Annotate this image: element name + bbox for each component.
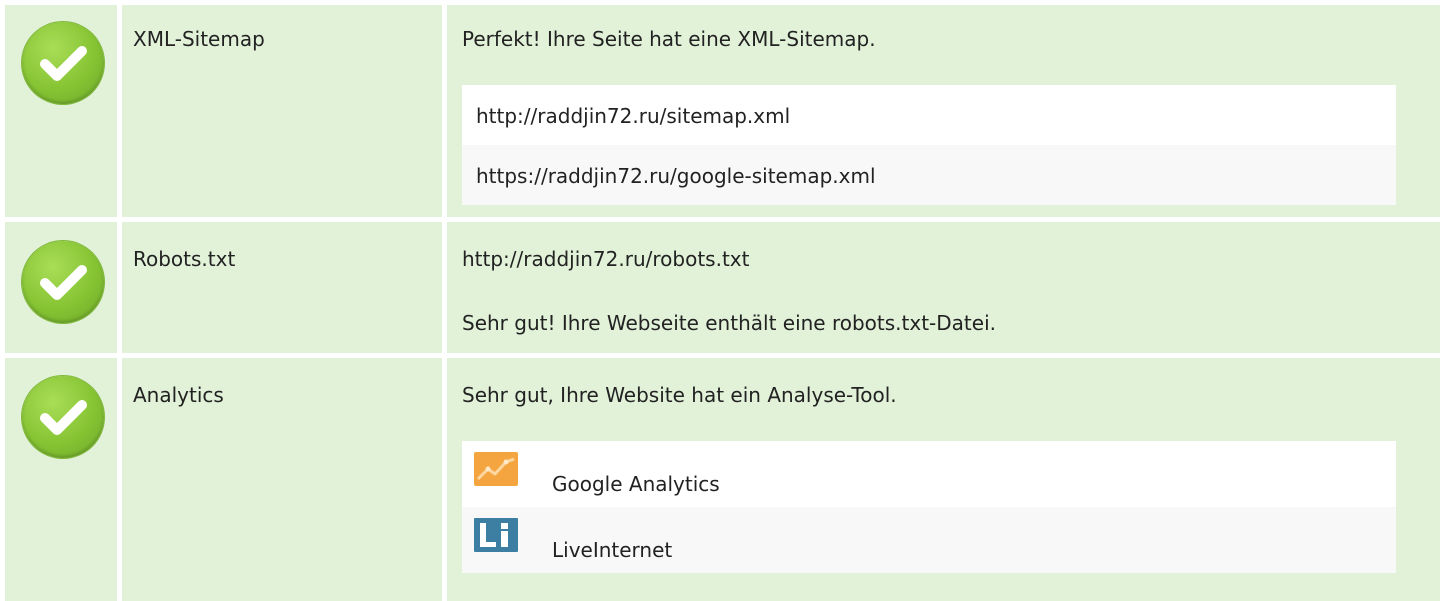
analytics-tools-list: Google Analytics LiveInternet bbox=[462, 441, 1396, 573]
row-label-analytics: Analytics bbox=[133, 383, 224, 407]
robots-message: Sehr gut! Ihre Webseite enthält eine rob… bbox=[462, 311, 996, 335]
label-cell-robots: Robots.txt bbox=[122, 222, 442, 353]
liveinternet-icon bbox=[474, 518, 518, 552]
list-item: http://raddjin72.ru/sitemap.xml bbox=[462, 85, 1396, 145]
sitemap-link[interactable]: https://raddjin72.ru/google-sitemap.xml bbox=[476, 164, 876, 188]
tool-name: Google Analytics bbox=[552, 472, 720, 496]
status-cell-sitemap bbox=[5, 5, 117, 217]
content-cell-sitemap: Perfekt! Ihre Seite hat eine XML-Sitemap… bbox=[447, 5, 1440, 217]
row-label-sitemap: XML-Sitemap bbox=[133, 27, 265, 51]
seo-checklist: XML-Sitemap Perfekt! Ihre Seite hat eine… bbox=[0, 0, 1445, 601]
list-item: Google Analytics bbox=[462, 441, 1396, 507]
analytics-message: Sehr gut, Ihre Website hat ein Analyse-T… bbox=[462, 383, 897, 407]
status-cell-robots bbox=[5, 222, 117, 353]
list-item: https://raddjin72.ru/google-sitemap.xml bbox=[462, 145, 1396, 205]
sitemap-message: Perfekt! Ihre Seite hat eine XML-Sitemap… bbox=[462, 27, 876, 51]
check-icon bbox=[22, 22, 104, 104]
sitemap-link[interactable]: http://raddjin72.ru/sitemap.xml bbox=[476, 104, 790, 128]
robots-url[interactable]: http://raddjin72.ru/robots.txt bbox=[462, 247, 749, 271]
google-analytics-icon bbox=[474, 452, 518, 486]
sitemap-list: http://raddjin72.ru/sitemap.xml https://… bbox=[462, 85, 1396, 205]
label-cell-analytics: Analytics bbox=[122, 358, 442, 601]
label-cell-sitemap: XML-Sitemap bbox=[122, 5, 442, 217]
list-item: LiveInternet bbox=[462, 507, 1396, 573]
tool-name: LiveInternet bbox=[552, 538, 673, 562]
content-cell-analytics: Sehr gut, Ihre Website hat ein Analyse-T… bbox=[447, 358, 1440, 601]
row-label-robots: Robots.txt bbox=[133, 247, 236, 271]
check-icon bbox=[22, 376, 104, 458]
check-icon bbox=[22, 241, 104, 323]
content-cell-robots: http://raddjin72.ru/robots.txt Sehr gut!… bbox=[447, 222, 1440, 353]
status-cell-analytics bbox=[5, 358, 117, 601]
